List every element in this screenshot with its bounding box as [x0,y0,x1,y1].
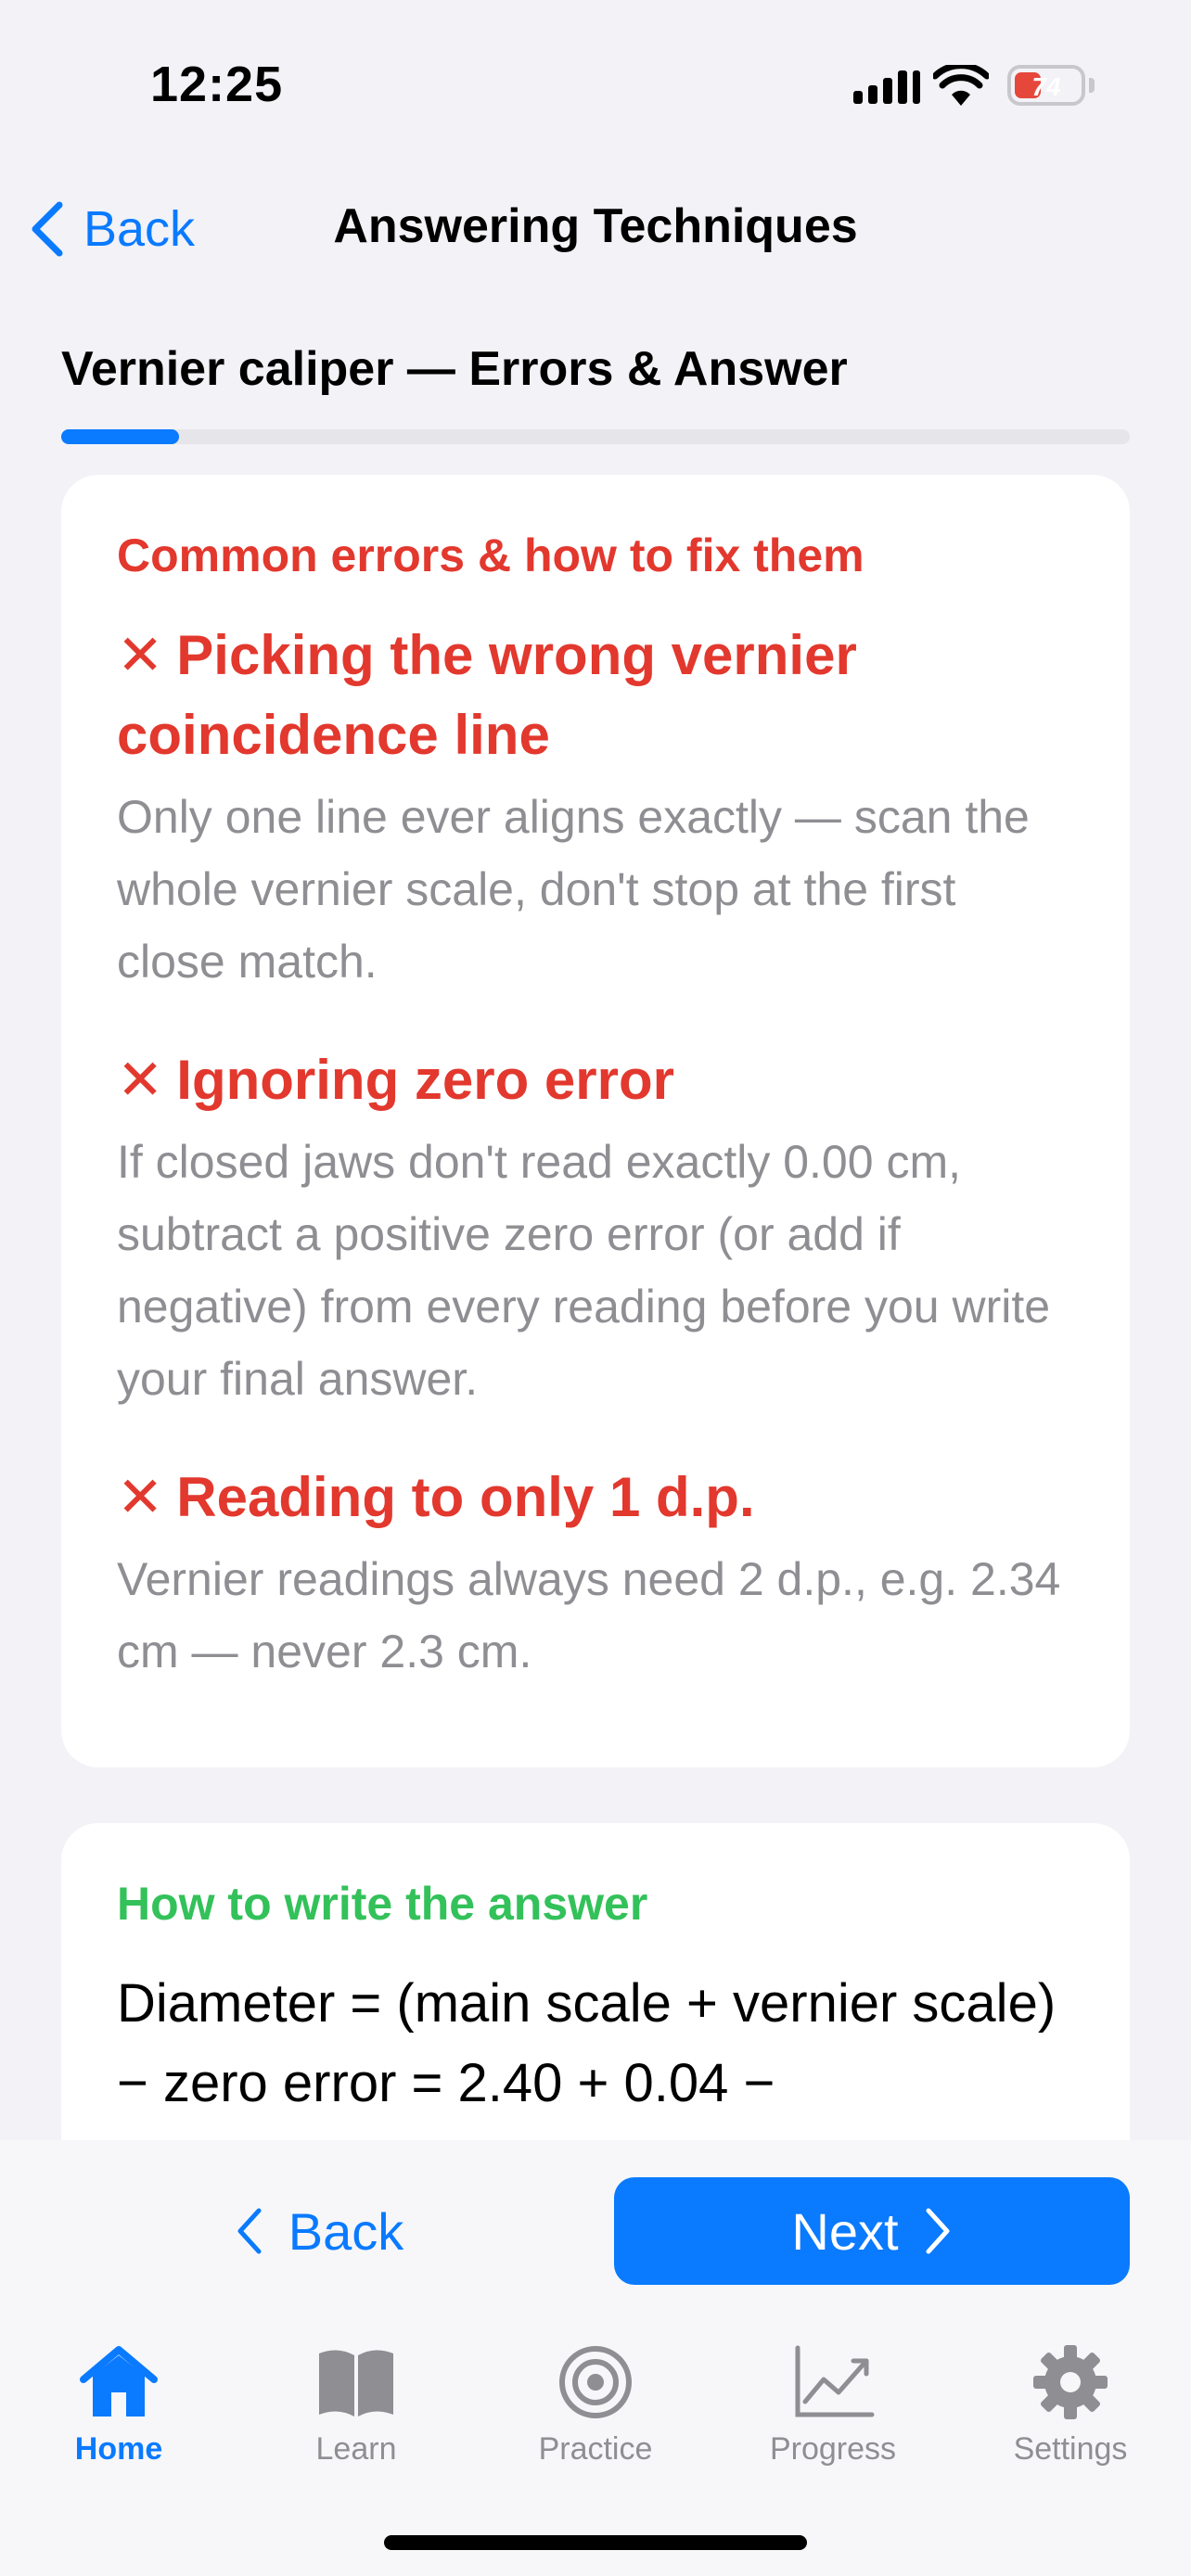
next-button-label: Next [791,2201,899,2261]
error-title: ✕ Ignoring zero error [117,1040,1074,1120]
status-time: 12:25 [150,57,284,112]
tab-learn[interactable]: Learn [263,2342,449,2468]
wifi-icon [933,65,989,106]
battery-level: 74 [1031,72,1061,101]
error-description: If closed jaws don't read exactly 0.00 c… [117,1136,1051,1405]
error-title-text: Picking the wrong vernier coincidence li… [117,624,857,766]
page-title: Answering Techniques [333,199,858,253]
common-errors-card: Common errors & how to fix them ✕ Picking… [61,475,1130,1767]
cross-icon: ✕ [117,1049,164,1111]
tab-label: Settings [1013,2431,1128,2467]
lesson-progress-bar [61,429,1130,444]
tab-label: Progress [769,2431,897,2467]
common-errors-heading: Common errors & how to fix them [117,529,864,581]
tab-label: Practice [538,2431,653,2467]
home-indicator [384,2535,807,2550]
error-title: ✕ Reading to only 1 d.p. [117,1458,1074,1537]
error-title-text: Ignoring zero error [176,1049,674,1111]
error-item: ✕ Reading to only 1 d.p. Vernier readings… [117,1458,1074,1688]
error-description: Only one line ever aligns exactly — scan… [117,791,1030,988]
error-title-text: Reading to only 1 d.p. [176,1466,755,1528]
tab-label: Home [74,2431,163,2467]
lesson-progress-fill [61,429,179,444]
back-button[interactable]: Back [61,2177,577,2285]
cross-icon: ✕ [117,624,164,686]
error-title: ✕ Picking the wrong vernier coincidence l… [117,616,1074,775]
cross-icon: ✕ [117,1466,164,1528]
answer-text: Diameter = (main scale + vernier scale) … [117,1973,1057,2113]
cellular-signal-icon [853,70,920,104]
status-bar: 12:25 74 [0,0,1191,176]
chart-line-icon [795,2345,875,2417]
action-bar: Back Next [0,2140,1191,2300]
chevron-right-icon [926,2208,950,2254]
target-icon [559,2346,632,2418]
tab-home[interactable]: Home [26,2342,211,2468]
chevron-left-icon [237,2208,262,2254]
next-button[interactable]: Next [614,2177,1130,2285]
battery-cap [1089,78,1095,93]
section-title: Vernier caliper — Errors & Answer [61,342,848,396]
answer-heading: How to write the answer [117,1878,648,1930]
tab-progress[interactable]: Progress [740,2342,926,2468]
tab-practice[interactable]: Practice [503,2342,688,2468]
house-icon [80,2346,158,2417]
tab-settings[interactable]: Settings [978,2342,1163,2468]
gear-icon [1033,2345,1108,2419]
error-item: ✕ Picking the wrong vernier coincidence l… [117,616,1074,998]
error-item: ✕ Ignoring zero error If closed jaws don'… [117,1040,1074,1415]
tab-label: Learn [315,2431,397,2467]
book-icon [319,2350,393,2417]
back-button-label: Back [288,2201,404,2261]
error-description: Vernier readings always need 2 d.p., e.g… [117,1553,1061,1677]
battery-icon: 74 [1007,65,1085,106]
